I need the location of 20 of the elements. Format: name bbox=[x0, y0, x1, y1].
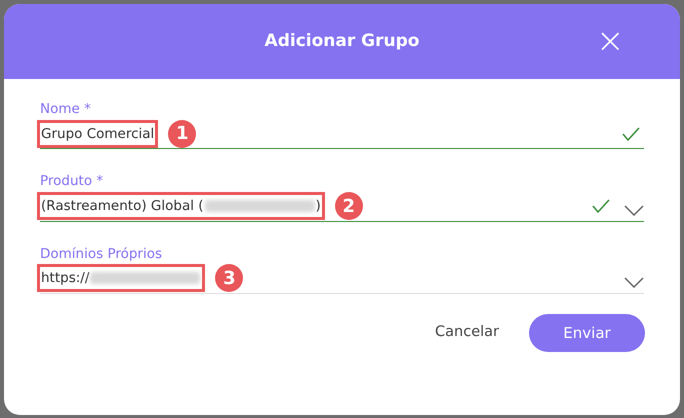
select-field[interactable]: (Rastreamento) Global ( ) 2 bbox=[40, 192, 644, 222]
chevron-down-icon bbox=[624, 204, 644, 216]
highlighted-value: (Rastreamento) Global ( ) bbox=[37, 192, 325, 220]
select-field[interactable]: https:// 3 bbox=[40, 264, 644, 294]
step-number: 3 bbox=[215, 264, 244, 292]
submit-button[interactable]: Enviar bbox=[529, 314, 645, 352]
field-label: Produto * bbox=[40, 172, 104, 192]
dialog-title: Adicionar Grupo bbox=[264, 30, 420, 53]
check-icon bbox=[622, 126, 640, 141]
step-number: 2 bbox=[334, 192, 363, 220]
cancel-button[interactable]: Cancelar bbox=[429, 320, 505, 345]
step-number: 1 bbox=[168, 120, 196, 148]
highlighted-value: https:// bbox=[37, 264, 206, 292]
field-label: Nome * bbox=[40, 100, 92, 119]
check-icon bbox=[592, 199, 610, 213]
chevron-down-icon bbox=[624, 276, 644, 288]
field-label: Domínios Próprios bbox=[40, 244, 164, 264]
highlighted-value: Grupo Comercial bbox=[37, 120, 158, 148]
close-button[interactable]: × bbox=[596, 27, 624, 55]
input-field[interactable]: Grupo Comercial 1 bbox=[40, 119, 644, 150]
